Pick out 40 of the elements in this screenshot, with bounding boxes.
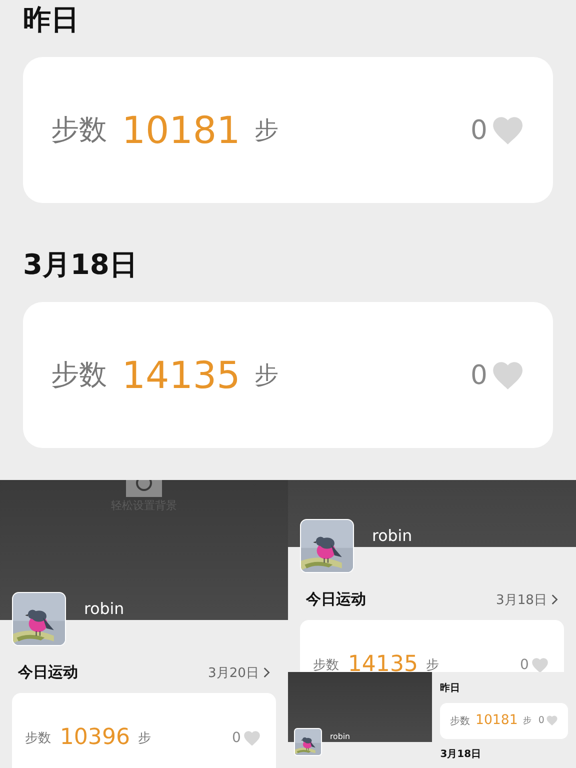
step-count: 10181: [122, 108, 240, 152]
step-count: 14135: [348, 652, 418, 672]
step-label: 步数: [313, 656, 340, 672]
date-link[interactable]: 3月18日: [496, 590, 558, 609]
step-count: 10396: [60, 725, 130, 750]
section-title: 昨日: [440, 682, 462, 696]
like-count: 0: [520, 656, 529, 672]
like-count: 0: [232, 730, 241, 746]
user-name: robin: [84, 599, 124, 620]
step-label: 步数: [450, 714, 470, 728]
step-count: 10181: [476, 713, 518, 728]
step-unit: 步: [138, 730, 151, 747]
avatar[interactable]: [12, 592, 66, 646]
heart-icon[interactable]: [491, 114, 526, 146]
avatar[interactable]: [300, 519, 354, 574]
chevron-icon: [550, 594, 558, 606]
today-title: 今日运动: [306, 590, 366, 610]
user-name: robin: [372, 526, 412, 547]
step-unit: 步: [254, 115, 279, 146]
step-label: 步数: [50, 112, 107, 148]
step-label: 步数: [50, 357, 107, 394]
section-title: 3月18日: [22, 246, 138, 283]
step-label: 步数: [25, 730, 52, 747]
heart-icon[interactable]: [531, 656, 549, 672]
section-title: 昨日: [22, 2, 80, 38]
like-count: 0: [538, 715, 544, 726]
heart-icon[interactable]: [546, 715, 558, 726]
step-unit: 步: [522, 714, 532, 726]
avatar[interactable]: [294, 728, 322, 756]
step-unit: 步: [254, 360, 279, 392]
date-link[interactable]: 3月20日: [208, 664, 270, 682]
like-count: 0: [470, 360, 488, 391]
like-count: 0: [470, 114, 488, 146]
today-title: 今日运动: [18, 663, 78, 682]
heart-icon[interactable]: [491, 360, 526, 391]
section-title: 3月18日: [440, 748, 482, 762]
step-unit: 步: [426, 656, 439, 672]
chevron-icon: [262, 667, 270, 678]
heart-icon[interactable]: [243, 730, 261, 746]
step-count: 14135: [122, 353, 240, 398]
